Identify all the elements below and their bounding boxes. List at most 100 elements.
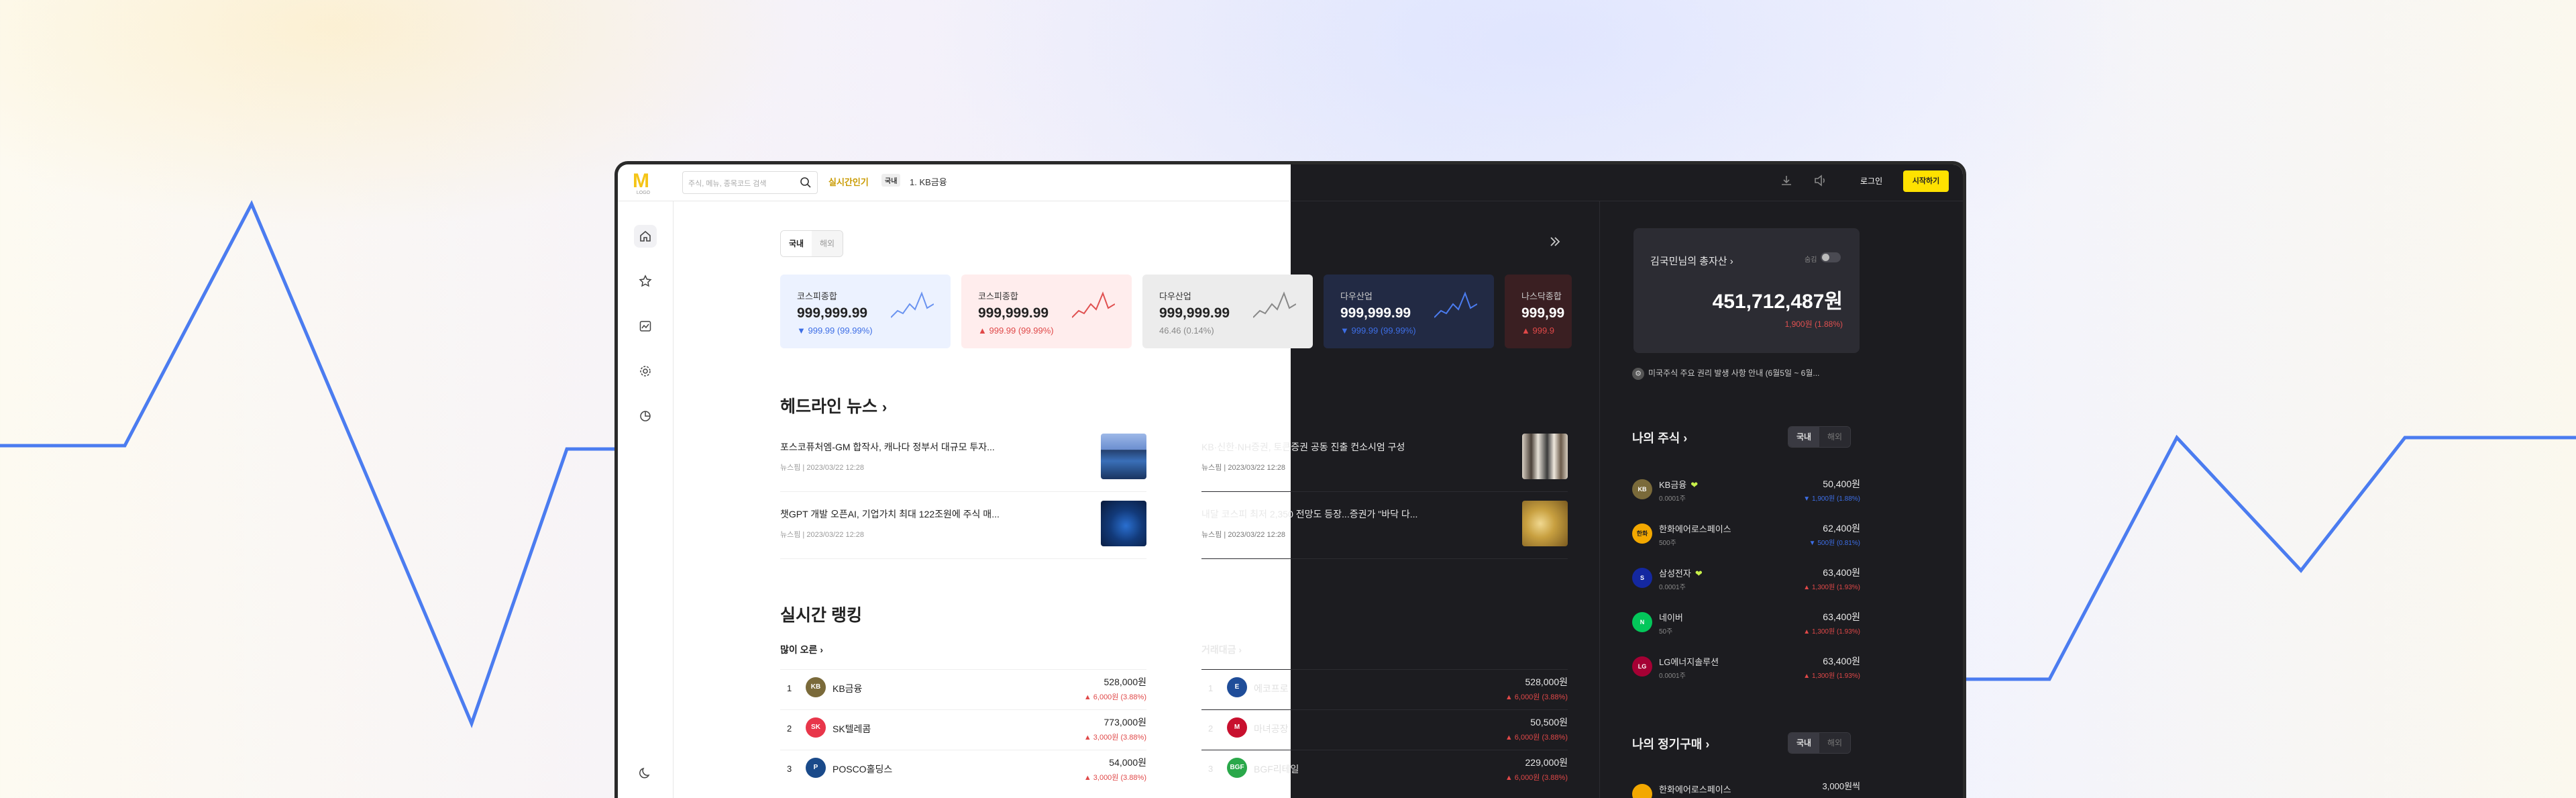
stock-price: 63,400원 — [1823, 567, 1860, 578]
sidebar-item-favorites[interactable] — [634, 270, 657, 293]
download-icon[interactable] — [1780, 174, 1793, 187]
stock-price: 62,400원 — [1823, 523, 1860, 534]
trending-item[interactable]: 1. KB금융 — [910, 175, 947, 188]
search-icon[interactable] — [800, 177, 812, 189]
heart-icon[interactable]: ❤ — [1690, 480, 1698, 490]
my-stock-item[interactable]: 한화 한화에어로스페이스 500주 62,400원 ▼ 500원 (0.81%) — [1632, 517, 1860, 562]
stock-qty: 0.0001주 — [1659, 495, 1686, 503]
trending-label[interactable]: 실시간인기 — [828, 175, 869, 188]
index-card[interactable]: 코스피종합 999,999.99 ▲ 999.99 (99.99%) — [961, 275, 1132, 348]
stock-logo: SK — [806, 717, 826, 738]
news-meta: 뉴스핌 | 2023/03/22 12:28 — [1201, 531, 1285, 539]
ranking-row[interactable]: 3 P POSCO홀딩스 54,000원 ▲ 3,000원 (3.88%) — [780, 750, 1146, 790]
my-stocks-title[interactable]: 나의 주식 › — [1632, 429, 1687, 446]
ranking-row[interactable]: 2 SK SK텔레콤 773,000원 ▲ 3,000원 (3.88%) — [780, 709, 1146, 750]
index-card[interactable]: 다우산업 999,999.99 ▼ 999.99 (99.99%) — [1324, 275, 1494, 348]
index-value: 999,999.99 — [797, 305, 868, 321]
total-asset-card[interactable]: 김국민님의 총자산 › 숨김 451,712,487원 1,900원 (1.88… — [1633, 228, 1860, 353]
stock-price: 63,400원 — [1823, 611, 1860, 622]
stock-change: ▲ 6,000원 (3.88%) — [1083, 693, 1146, 701]
index-card[interactable]: 나스닥종합 999,99 ▲ 999.9 — [1505, 275, 1572, 348]
my-stock-item[interactable]: KB KB금융 ❤ 0.0001주 50,400원 ▼ 1,900원 (1.88%… — [1632, 473, 1860, 517]
stock-qty: 50주 — [1659, 628, 1673, 636]
tab-domestic[interactable]: 국내 — [1788, 733, 1819, 753]
stock-qty: 0.0001주 — [1659, 584, 1686, 591]
news-meta: 뉴스핌 | 2023/03/22 12:28 — [1201, 464, 1285, 472]
ranking-row[interactable]: 3 BGF BGF리테일 229,000원 ▲ 6,000원 (3.88%) — [1201, 750, 1568, 790]
sparkline-icon — [891, 291, 934, 318]
tab-overseas[interactable]: 해외 — [812, 231, 843, 256]
ranking-row[interactable]: 1 E 에코프로 528,000원 ▲ 6,000원 (3.88%) — [1201, 669, 1568, 709]
ranking-left-title[interactable]: 많이 오른 › — [780, 643, 823, 656]
news-date: 2023/03/22 12:28 — [806, 531, 864, 539]
divider — [780, 491, 1146, 492]
ranking-row[interactable]: 1 KB KB금융 528,000원 ▲ 6,000원 (3.88%) — [780, 669, 1146, 709]
regular-item[interactable]: 한화에어로스페이스 3,000원씩 — [1632, 778, 1860, 798]
ranking-right-title-text: 거래대금 — [1201, 644, 1236, 655]
my-stock-item[interactable]: LG LG에너지솔루션 0.0001주 63,400원 ▲ 1,300원 (1.… — [1632, 650, 1860, 695]
ranking-right-title[interactable]: 거래대금 › — [1201, 643, 1242, 656]
login-button[interactable]: 로그인 — [1860, 175, 1882, 187]
my-stock-item[interactable]: S 삼성전자 ❤ 0.0001주 63,400원 ▲ 1,300원 (1.93%) — [1632, 562, 1860, 606]
my-stock-item[interactable]: N 네이버 50주 63,400원 ▲ 1,300원 (1.93%) — [1632, 606, 1860, 650]
speaker-icon[interactable] — [1813, 174, 1828, 187]
start-button[interactable]: 시작하기 — [1903, 170, 1949, 192]
search-input[interactable]: 주식, 메뉴, 종목코드 검색 — [682, 171, 818, 194]
heart-icon[interactable]: ❤ — [1695, 568, 1703, 579]
index-name: 코스피종합 — [797, 291, 837, 301]
ranking-row[interactable]: 2 M 마녀공장 50,500원 ▲ 6,000원 (3.88%) — [1201, 709, 1568, 750]
stock-logo: E — [1227, 677, 1247, 697]
app-window: M LOGO 주식, 메뉴, 종목코드 검색 실시간인기 국내 1. KB금융 … — [614, 161, 1966, 798]
index-value: 999,99 — [1521, 305, 1565, 321]
sidebar-item-settings[interactable] — [634, 360, 657, 383]
news-item[interactable]: 포스코퓨처엠-GM 합작사, 캐나다 정부서 대규모 투자... 뉴스핌 | 2… — [780, 434, 1146, 492]
stock-logo — [1632, 784, 1652, 798]
sidebar-item-portfolio[interactable] — [634, 405, 657, 428]
divider — [1201, 558, 1568, 559]
asset-value: 451,712,487원 — [1712, 291, 1843, 313]
sparkline-icon — [1253, 291, 1296, 318]
news-source: 뉴스핌 — [1201, 464, 1222, 472]
stock-name: KB금융 — [833, 683, 863, 694]
divider — [1201, 669, 1568, 670]
notice-text: 미국주식 주요 권리 발생 사항 안내 (6월5일 ~ 6월... — [1648, 368, 1820, 378]
tab-domestic[interactable]: 국내 — [781, 231, 812, 256]
index-card[interactable]: 다우산업 999,999.99 46.46 (0.14%) — [1142, 275, 1313, 348]
regular-purchase-title[interactable]: 나의 정기구매 › — [1632, 735, 1709, 752]
sidebar-item-home[interactable] — [634, 225, 657, 248]
hide-toggle[interactable] — [1821, 252, 1841, 262]
logo[interactable]: M LOGO — [633, 171, 654, 196]
index-name: 코스피종합 — [978, 291, 1018, 301]
index-name: 나스닥종합 — [1521, 291, 1562, 301]
tab-overseas[interactable]: 해외 — [1819, 427, 1850, 447]
headline-title[interactable]: 헤드라인 뉴스 › — [780, 393, 887, 417]
stock-price: 50,500원 — [1530, 717, 1568, 728]
news-item[interactable]: 챗GPT 개발 오픈AI, 기업가치 최대 122조원에 주식 매... 뉴스핌… — [780, 501, 1146, 559]
stock-change: ▼ 500원 (0.81%) — [1809, 540, 1860, 547]
stock-name: POSCO홀딩스 — [833, 764, 893, 775]
stock-logo: M — [1227, 717, 1247, 738]
asset-title-text: 김국민님의 총자산 — [1650, 256, 1727, 267]
stock-name: 삼성전자 — [1659, 568, 1691, 579]
stock-price: 50,400원 — [1823, 479, 1860, 489]
chevron-right-icon: › — [820, 644, 823, 655]
news-item[interactable]: 내달 코스피 최저 2,350 전망도 등장...증권가 "바닥 다... 뉴스… — [1201, 501, 1568, 559]
pie-chart-icon — [640, 411, 651, 421]
stock-price: 63,400원 — [1823, 656, 1860, 666]
notice[interactable]: ⚙ 미국주식 주요 권리 발생 사항 안내 (6월5일 ~ 6월... — [1632, 367, 1819, 380]
stock-qty: 500주 — [1659, 540, 1676, 547]
tab-domestic[interactable]: 국내 — [1788, 427, 1819, 447]
sidebar-item-chart[interactable] — [634, 315, 657, 338]
news-item[interactable]: KB·신한·NH증권, 토큰증권 공동 진출 컨소시엄 구성 뉴스핌 | 202… — [1201, 434, 1568, 492]
sidebar — [618, 201, 674, 798]
stock-change: ▲ 3,000원 (3.88%) — [1083, 734, 1146, 742]
stock-change: ▲ 6,000원 (3.88%) — [1505, 734, 1568, 742]
index-name: 다우산업 — [1159, 291, 1191, 301]
news-title: KB·신한·NH증권, 토큰증권 공동 진출 컨소시엄 구성 — [1201, 442, 1405, 452]
stock-name: SK텔레콤 — [833, 724, 871, 734]
double-chevron-right-icon[interactable] — [1548, 234, 1562, 249]
asset-title[interactable]: 김국민님의 총자산 › — [1650, 254, 1733, 268]
sidebar-item-theme[interactable] — [634, 762, 657, 785]
tab-overseas[interactable]: 해외 — [1819, 733, 1850, 753]
index-card[interactable]: 코스피종합 999,999.99 ▼ 999.99 (99.99%) — [780, 275, 951, 348]
